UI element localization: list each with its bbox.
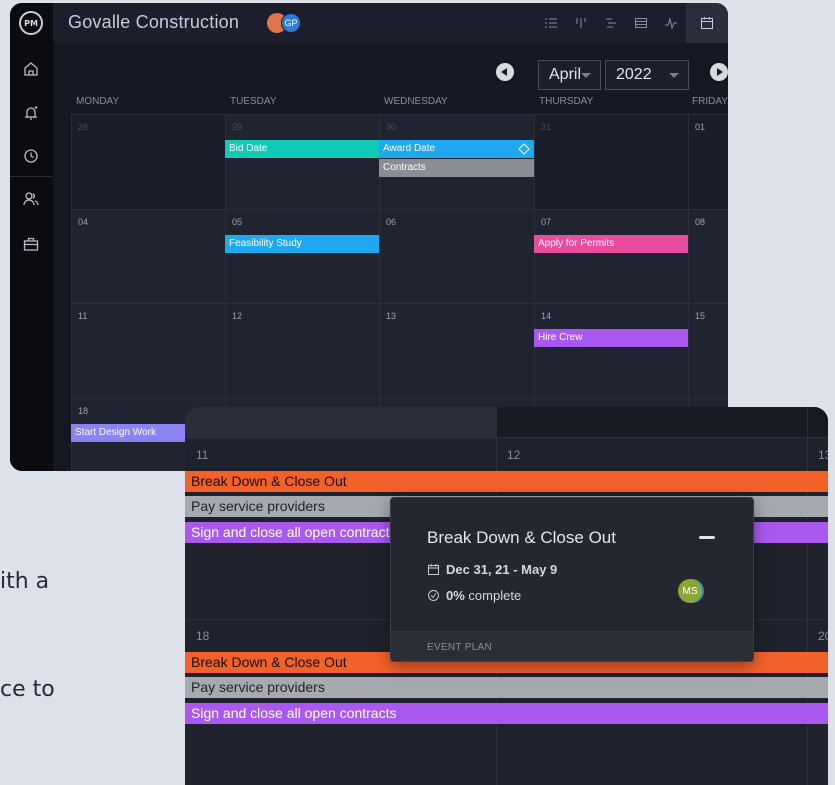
calendar-event[interactable]: Contracts — [379, 159, 534, 177]
milestone-diamond-icon — [518, 143, 530, 155]
list-view-icon[interactable] — [536, 3, 566, 43]
next-month-button[interactable] — [710, 63, 728, 81]
popup-date-row: Dec 31, 21 - May 9 — [427, 562, 557, 577]
month-select-value: April — [549, 66, 582, 83]
day-number: 07 — [541, 217, 552, 227]
day-cell[interactable]: 11 — [71, 303, 225, 398]
day-number: 20 — [818, 629, 828, 643]
home-icon[interactable] — [22, 60, 40, 78]
event-bar[interactable]: Break Down & Close Out — [185, 471, 828, 492]
day-number: 31 — [541, 122, 552, 132]
day-number: 12 — [232, 311, 243, 321]
sidebar: PM — [10, 3, 53, 471]
day-number: 01 — [695, 122, 706, 132]
popup-progress-row: 0% complete — [427, 588, 521, 603]
top-bar: Govalle Construction GP — [53, 3, 728, 43]
day-cell[interactable]: 08 — [688, 209, 728, 303]
sidebar-divider — [10, 176, 53, 177]
day-cell[interactable]: 01 — [688, 114, 728, 209]
day-number: 04 — [78, 217, 89, 227]
day-number: 18 — [196, 629, 210, 643]
day-number: 28 — [78, 122, 89, 132]
day-number: 06 — [386, 217, 397, 227]
day-cell[interactable]: 31 — [534, 114, 688, 209]
overlay-header-segment — [185, 407, 496, 437]
column-divider — [807, 407, 808, 785]
popup-footer: EVENT PLAN — [391, 631, 753, 661]
day-cell[interactable]: 12 — [225, 303, 379, 398]
day-cell[interactable]: 28 — [71, 114, 225, 209]
weekday-label: TUESDAY — [230, 96, 277, 107]
bell-icon[interactable] — [22, 104, 40, 122]
event-popup: Break Down & Close Out Dec 31, 21 - May … — [390, 497, 754, 662]
day-cell[interactable]: 07 — [534, 209, 688, 303]
check-circle-icon — [427, 589, 440, 602]
day-number: 15 — [695, 311, 706, 321]
chevron-down-icon — [669, 73, 679, 78]
calendar-view-icon[interactable] — [686, 3, 728, 43]
event-bar[interactable]: Sign and close all open contracts — [185, 703, 828, 724]
project-label: EVENT PLAN — [427, 642, 493, 653]
row-divider — [185, 437, 828, 438]
calendar-event[interactable]: Feasibility Study — [225, 235, 379, 253]
gantt-view-icon[interactable] — [596, 3, 626, 43]
project-avatars[interactable]: GP — [267, 13, 307, 33]
day-number: 14 — [541, 311, 552, 321]
day-number: 30 — [386, 122, 397, 132]
chevron-down-icon — [581, 73, 591, 78]
background-text-1: ith a — [0, 569, 50, 594]
calendar-event[interactable]: Apply for Permits — [534, 235, 688, 253]
overlay-header — [185, 407, 828, 437]
calendar-window: PM Govalle Construction GP April 2022 MO… — [10, 3, 728, 471]
day-cell[interactable]: 05 — [225, 209, 379, 303]
event-bar[interactable]: Pay service providers — [185, 677, 828, 698]
prev-month-button[interactable] — [496, 63, 514, 81]
day-number: 13 — [818, 448, 828, 462]
weekday-label: THURSDAY — [539, 96, 594, 107]
day-number: 11 — [78, 311, 88, 321]
day-number: 13 — [386, 311, 397, 321]
year-select[interactable]: 2022 — [605, 60, 689, 90]
weekday-label: WEDNESDAY — [384, 96, 448, 107]
weekday-label: MONDAY — [76, 96, 120, 107]
calendar-event[interactable]: Award Date — [379, 140, 534, 158]
day-cell[interactable]: 14 — [534, 303, 688, 398]
day-cell[interactable]: 04 — [71, 209, 225, 303]
users-icon[interactable] — [22, 190, 40, 208]
assignee-avatar[interactable]: MS — [678, 579, 702, 603]
calendar-icon — [427, 563, 440, 576]
minimize-button[interactable] — [699, 536, 715, 539]
day-number: 08 — [695, 217, 706, 227]
day-number: 18 — [78, 406, 89, 416]
calendar-event[interactable]: Bid Date — [225, 140, 379, 158]
month-select[interactable]: April — [538, 60, 601, 90]
project-title: Govalle Construction — [68, 12, 240, 32]
day-number: 29 — [232, 122, 243, 132]
popup-title: Break Down & Close Out — [427, 528, 616, 547]
event-label: Award Date — [383, 143, 436, 154]
day-number: 05 — [232, 217, 243, 227]
date-range: Dec 31, 21 - May 9 — [446, 562, 558, 577]
day-cell[interactable]: 15 — [688, 303, 728, 398]
day-number: 12 — [507, 448, 521, 462]
weekday-label: FRIDAY — [692, 96, 728, 107]
percent-complete: 0% — [446, 588, 465, 603]
year-select-value: 2022 — [616, 66, 652, 83]
view-switcher — [536, 3, 728, 43]
sheet-view-icon[interactable] — [626, 3, 656, 43]
dashboard-view-icon[interactable] — [656, 3, 686, 43]
board-view-icon[interactable] — [566, 3, 596, 43]
calendar-event[interactable]: Hire Crew — [534, 329, 688, 347]
clock-icon[interactable] — [22, 147, 40, 165]
day-number: 11 — [196, 448, 209, 462]
background-text-2: ce to — [0, 677, 55, 702]
briefcase-icon[interactable] — [22, 235, 40, 253]
avatar[interactable]: GP — [281, 13, 301, 33]
complete-label: complete — [468, 588, 522, 603]
day-cell[interactable]: 13 — [379, 303, 534, 398]
day-cell[interactable]: 06 — [379, 209, 534, 303]
day-cell[interactable]: 29 — [225, 114, 379, 209]
app-logo[interactable]: PM — [19, 11, 43, 35]
